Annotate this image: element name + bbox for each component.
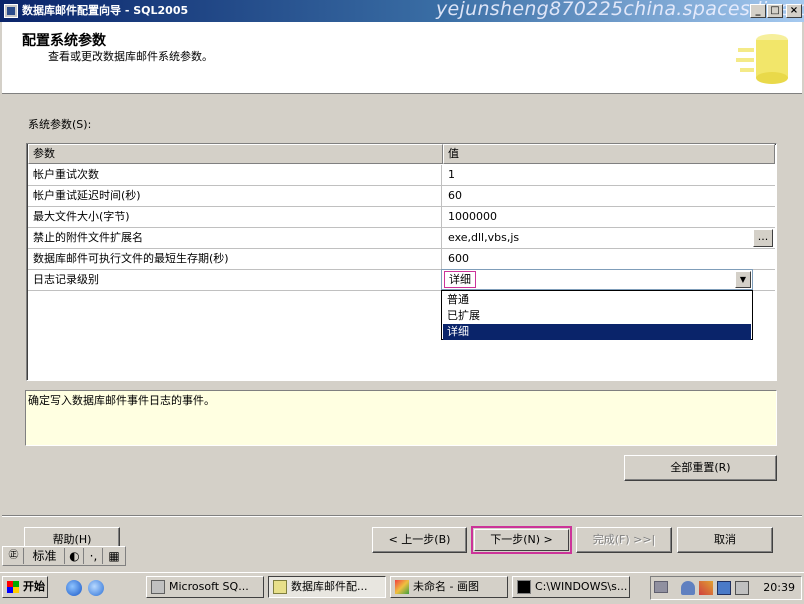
grid-row[interactable]: 最大文件大小(字节) 1000000 <box>28 207 775 228</box>
quicklaunch-icon[interactable] <box>88 580 104 596</box>
half-width-icon[interactable]: ◐ <box>66 548 84 564</box>
column-header-value[interactable]: 值 <box>443 144 775 164</box>
network-icon[interactable] <box>717 581 731 595</box>
ime-toolbar[interactable]: ㊣ 标准 ◐ ·, ▦ <box>2 546 126 566</box>
param-value[interactable]: 1 <box>442 165 775 186</box>
dropdown-option[interactable]: 普通 <box>443 292 751 308</box>
param-name: 日志记录级别 <box>28 270 442 291</box>
internet-explorer-icon[interactable] <box>66 580 82 596</box>
ime-logo-icon[interactable]: ㊣ <box>4 548 24 564</box>
param-name: 最大文件大小(字节) <box>28 207 442 228</box>
wizard-icon <box>273 580 287 594</box>
grid-row[interactable]: 帐户重试延迟时间(秒) 60 <box>28 186 775 207</box>
finish-button[interactable]: 完成(F) >>| <box>576 527 672 553</box>
param-name: 禁止的附件文件扩展名 <box>28 228 442 249</box>
dropdown-option-selected[interactable]: 详细 <box>443 324 751 340</box>
column-header-parameter[interactable]: 参数 <box>28 144 443 164</box>
tray-app-icon[interactable] <box>699 581 713 595</box>
reset-all-button[interactable]: 全部重置(R) <box>624 455 777 481</box>
task-label: 未命名 - 画图 <box>413 580 479 593</box>
page-title: 配置系统参数 <box>22 33 106 49</box>
wizard-header: 配置系统参数 查看或更改数据库邮件系统参数。 <box>2 22 802 94</box>
cancel-button[interactable]: 取消 <box>677 527 773 553</box>
ime-mode[interactable]: 标准 <box>25 548 65 564</box>
logging-level-selected[interactable]: 详细 <box>444 271 476 288</box>
close-button[interactable]: × <box>786 4 802 18</box>
dropdown-option[interactable]: 已扩展 <box>443 308 751 324</box>
taskbar-item-cmd[interactable]: C:\WINDOWS\s... <box>512 576 630 598</box>
page-subtitle: 查看或更改数据库邮件系统参数。 <box>48 50 213 63</box>
window-title: 数据库邮件配置向导 - SQL2005 <box>22 4 189 17</box>
extensions-ellipsis-button[interactable]: ... <box>753 229 773 247</box>
param-value[interactable]: exe,dll,vbs,js <box>442 228 775 249</box>
param-name: 帐户重试延迟时间(秒) <box>28 186 442 207</box>
taskbar-item-mail-wizard[interactable]: 数据库邮件配... <box>268 576 386 598</box>
paint-icon <box>395 580 409 594</box>
system-parameters-label: 系统参数(S): <box>28 118 92 131</box>
clock[interactable]: 20:39 <box>763 581 795 594</box>
volume-icon[interactable] <box>735 581 749 595</box>
task-label: Microsoft SQ... <box>169 580 249 593</box>
parameters-grid[interactable]: 参数 值 帐户重试次数 1 帐户重试延迟时间(秒) 60 最大文件大小(字节) … <box>26 143 777 381</box>
logging-level-select[interactable]: 详细 ▼ <box>441 269 753 290</box>
param-value[interactable]: 1000000 <box>442 207 775 228</box>
punctuation-icon[interactable]: ·, <box>85 548 103 564</box>
windows-logo-icon <box>7 581 19 593</box>
soft-keyboard-icon[interactable]: ▦ <box>104 548 124 564</box>
back-button[interactable]: < 上一步(B) <box>372 527 467 553</box>
system-tray: 20:39 <box>650 576 802 600</box>
taskbar-item-paint[interactable]: 未命名 - 画图 <box>390 576 508 598</box>
users-icon[interactable] <box>681 581 695 595</box>
maximize-button[interactable]: □ <box>767 4 783 18</box>
chevron-down-icon[interactable]: ▼ <box>735 271 751 288</box>
start-button[interactable]: 开始 <box>2 576 48 598</box>
taskbar-item-sql[interactable]: Microsoft SQ... <box>146 576 264 598</box>
task-label: 数据库邮件配... <box>291 580 368 593</box>
param-value[interactable]: 60 <box>442 186 775 207</box>
param-value[interactable]: 600 <box>442 249 775 270</box>
title-bar[interactable]: 数据库邮件配置向导 - SQL2005 yejunsheng870225chin… <box>0 0 804 22</box>
taskbar: 开始 Microsoft SQ... 数据库邮件配... 未命名 - 画图 C:… <box>0 572 804 604</box>
start-label: 开始 <box>23 580 45 593</box>
command-prompt-icon <box>517 580 531 594</box>
app-icon <box>4 4 18 18</box>
grid-row[interactable]: 数据库邮件可执行文件的最短生存期(秒) 600 <box>28 249 775 270</box>
next-button[interactable]: 下一步(N) > <box>471 526 572 554</box>
description-panel: 确定写入数据库邮件事件日志的事件。 <box>25 390 777 446</box>
sql-tool-icon <box>151 580 165 594</box>
divider <box>2 515 802 517</box>
grid-row[interactable]: 禁止的附件文件扩展名 exe,dll,vbs,js ... <box>28 228 775 249</box>
task-label: C:\WINDOWS\s... <box>535 580 628 593</box>
next-button-label: 下一步(N) > <box>490 533 553 546</box>
watermark-text: yejunsheng870225china.spaces.live.com <box>436 0 804 20</box>
logging-level-dropdown[interactable]: 普通 已扩展 详细 <box>441 290 753 340</box>
param-name: 数据库邮件可执行文件的最短生存期(秒) <box>28 249 442 270</box>
param-name: 帐户重试次数 <box>28 165 442 186</box>
grid-row[interactable]: 帐户重试次数 1 <box>28 165 775 186</box>
database-mail-logo-icon <box>736 34 788 84</box>
minimize-button[interactable]: _ <box>750 4 766 18</box>
